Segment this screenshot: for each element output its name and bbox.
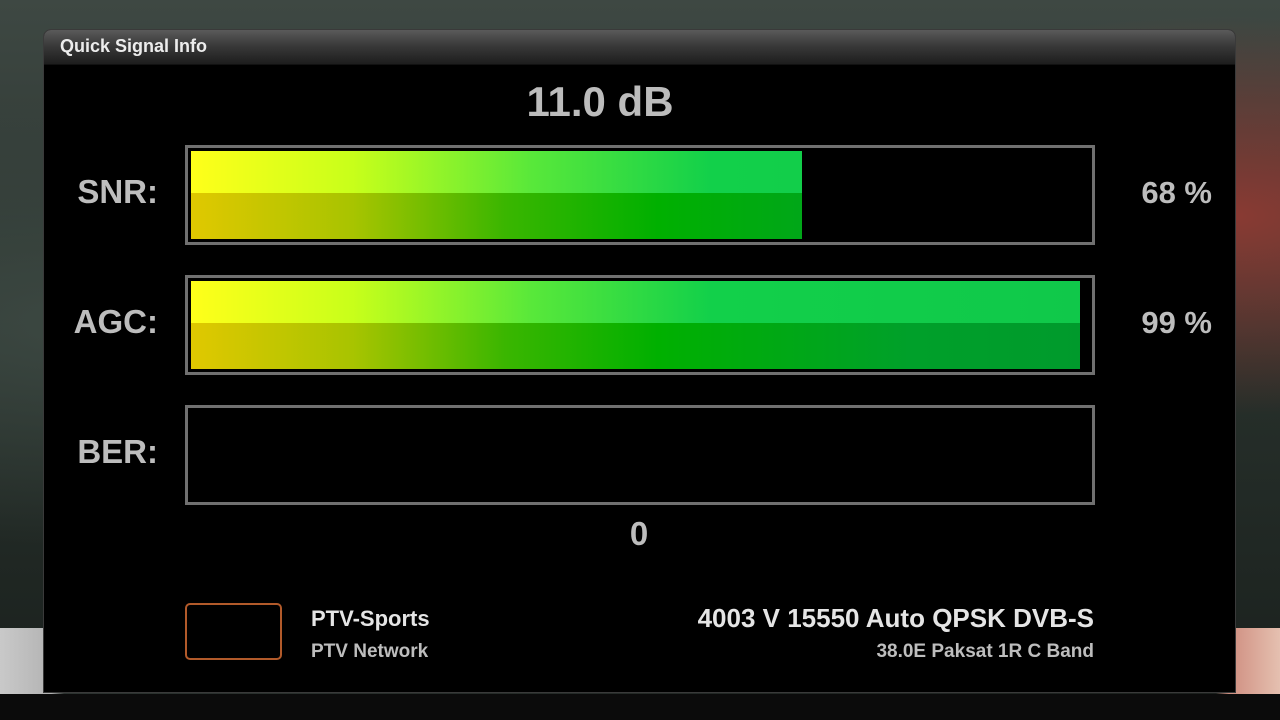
snr-label: SNR: [77,173,158,210]
agc-bar [185,275,1095,375]
snr-db-value: 11.0 dB [526,78,674,125]
agc-label: AGC: [73,303,158,340]
ber-value: 0 [629,515,649,552]
service-provider: PTV Network [311,641,429,662]
agc-bar-fill [191,281,1080,369]
window-title: Quick Signal Info [60,36,208,56]
service-name: PTV-Sports [311,606,430,631]
screen-bottom-edge [0,694,1280,720]
ber-bar [185,405,1095,505]
satellite-info: 38.0E Paksat 1R C Band [876,641,1094,662]
channel-logo-placeholder [185,603,282,660]
agc-percent: 99 % [1141,305,1212,340]
ber-label: BER: [77,433,158,470]
snr-bar-fill [191,151,802,239]
window-titlebar: Quick Signal Info [44,30,1235,65]
snr-bar [185,145,1095,245]
transponder-info: 4003 V 15550 Auto QPSK DVB-S [697,603,1094,633]
snr-percent: 68 % [1141,175,1212,210]
